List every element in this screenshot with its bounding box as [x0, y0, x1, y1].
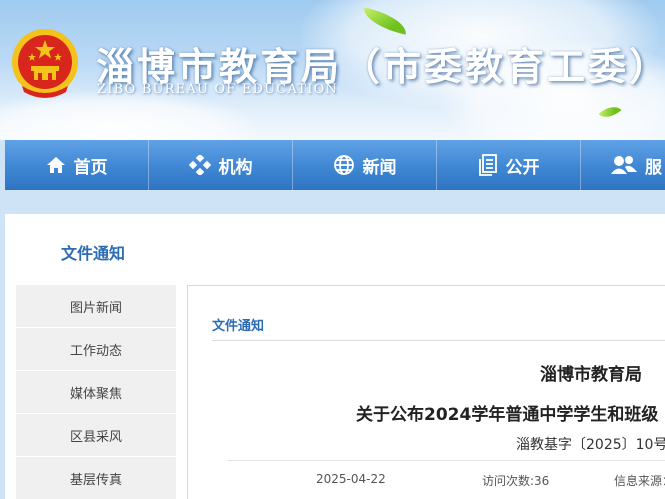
site-subtitle: ZIBO BUREAU OF EDUCATION	[97, 82, 338, 97]
sidebar-item-district-news[interactable]: 区县采风	[16, 414, 176, 456]
nav-service[interactable]: 服	[581, 140, 665, 190]
breadcrumb[interactable]: 文件通知	[212, 315, 264, 334]
sidebar-item-work-updates[interactable]: 工作动态	[16, 328, 176, 370]
issuing-organization: 淄博市教育局	[540, 365, 642, 385]
people-icon	[611, 155, 637, 175]
home-icon	[46, 155, 66, 175]
visit-count: 访问次数:36	[482, 474, 550, 488]
divider	[228, 460, 665, 461]
info-source: 信息来源：	[614, 474, 665, 488]
nav-public-label: 公开	[505, 157, 540, 178]
nav-organization[interactable]: 机构	[149, 140, 293, 190]
nav-organization-label: 机构	[218, 157, 253, 178]
nav-news[interactable]: 新闻	[293, 140, 437, 190]
divider	[212, 340, 665, 341]
main-content: 文件通知 图片新闻 工作动态 媒体聚焦 区县采风 基层传真 文件通知 淄博市教育…	[5, 214, 665, 499]
main-nav: 首页 机构 新闻 公开 服	[5, 140, 665, 190]
article-panel: 文件通知 淄博市教育局 关于公布2024学年普通中学学生和班级 淄教基字〔202…	[187, 285, 665, 499]
sidebar-item-grassroots[interactable]: 基层传真	[16, 457, 176, 499]
header-banner: 淄博市教育局（市委教育工委） ZIBO BUREAU OF EDUCATION	[0, 0, 665, 140]
nav-home[interactable]: 首页	[5, 140, 149, 190]
document-number: 淄教基字〔2025〕10号	[516, 437, 665, 453]
national-emblem-icon	[12, 29, 78, 98]
nav-home-label: 首页	[73, 157, 108, 178]
sidebar: 图片新闻 工作动态 媒体聚焦 区县采风 基层传真	[16, 285, 176, 499]
organization-icon	[188, 155, 211, 175]
document-icon	[478, 154, 498, 176]
nav-news-label: 新闻	[362, 157, 397, 178]
globe-icon	[333, 154, 355, 176]
sidebar-item-photo-news[interactable]: 图片新闻	[16, 285, 176, 327]
nav-service-label: 服	[645, 157, 662, 178]
section-title: 文件通知	[61, 244, 126, 263]
sidebar-item-media-focus[interactable]: 媒体聚焦	[16, 371, 176, 413]
nav-public[interactable]: 公开	[437, 140, 581, 190]
publish-date: 2025-04-22	[316, 472, 386, 486]
article-title: 关于公布2024学年普通中学学生和班级	[356, 405, 659, 425]
